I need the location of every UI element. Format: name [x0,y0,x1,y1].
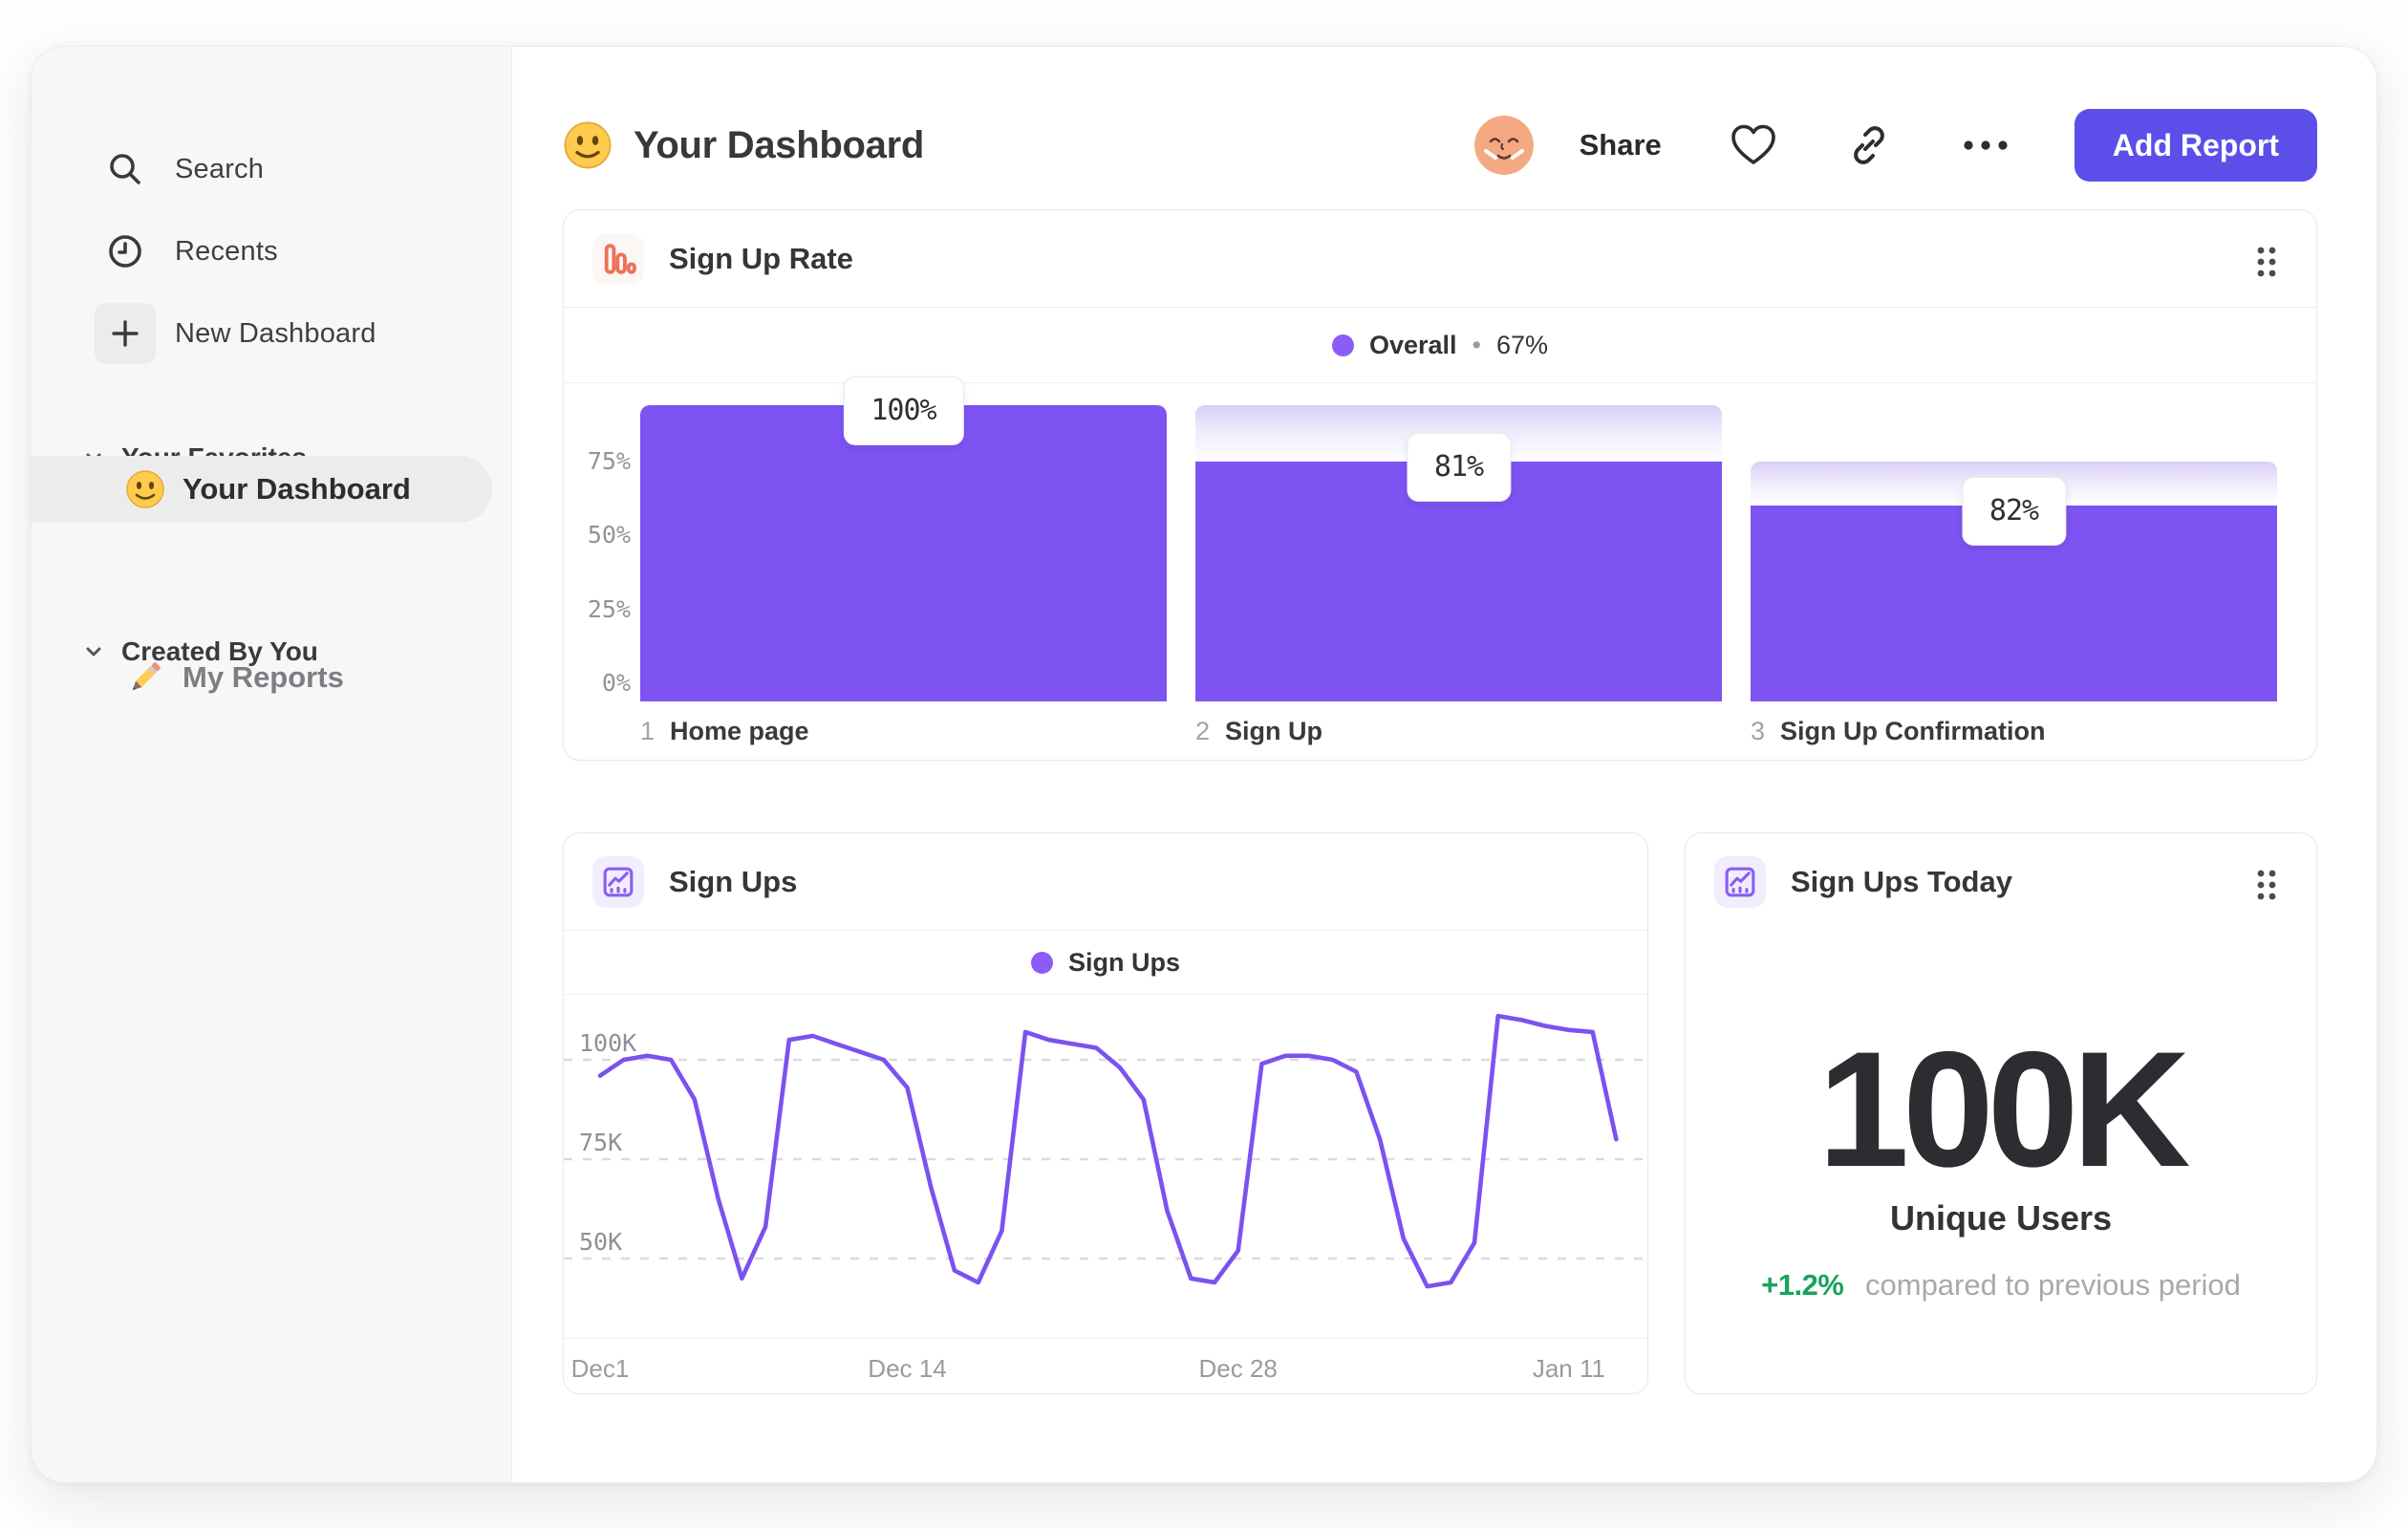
funnel-step-number: 1 [640,717,656,745]
main-content: Your Dashboard Share Add Report Sign Up … [513,47,2376,1482]
funnel-y-tick: 0% [601,669,631,697]
sidebar-item-your-dashboard[interactable]: Your Dashboard [32,456,492,523]
legend-separator: • [1472,331,1481,359]
line-x-axis: Dec1 Dec 14 Dec 28 Jan 11 [564,1338,1647,1393]
funnel-x-label: 3 Sign Up Confirmation [1751,717,2046,746]
sidebar-item-label: Your Dashboard [183,472,411,506]
pencil-emoji [125,657,165,698]
line-series [597,1013,1619,1289]
line-x-tick: Dec 28 [1198,1354,1278,1383]
line-y-tick: 100K [579,1029,637,1057]
card-title: Sign Up Rate [669,242,853,275]
funnel-y-tick: 50% [587,521,631,549]
card-title: Sign Ups Today [1791,865,2012,898]
legend-dot [1331,334,1354,356]
kpi-label: Unique Users [1889,1198,2113,1238]
funnel-bar [640,405,1167,701]
sidebar-item-my-reports[interactable]: My Reports [32,644,511,711]
funnel-value-badge: 82% [1961,477,2067,546]
add-report-button[interactable]: Add Report [2074,109,2317,182]
legend-dot [1030,952,1053,974]
smiley-emoji [563,120,613,170]
card-header: Sign Up Rate [564,210,2316,308]
sidebar: Search Recents New Dashboard Your Favori… [32,47,512,1482]
funnel-step-number: 3 [1751,717,1766,745]
drag-handle-icon[interactable] [2247,241,2286,283]
funnel-step-name: Home page [670,717,809,745]
legend-label: Sign Ups [1067,948,1180,977]
app-window: Search Recents New Dashboard Your Favori… [31,46,2377,1483]
funnel-y-tick: 75% [587,447,631,476]
card-header: Sign Ups [564,833,1647,931]
drag-handle-icon[interactable] [2247,864,2286,906]
sidebar-item-label: New Dashboard [175,317,376,349]
funnel-step-number: 2 [1195,717,1211,745]
kpi-delta-description: compared to previous period [1865,1268,2241,1302]
line-chart-icon [592,856,644,908]
sidebar-item-new-dashboard[interactable]: New Dashboard [32,292,511,375]
funnel-value-badge: 81% [1406,433,1512,502]
sidebar-item-search[interactable]: Search [32,128,511,210]
plus-icon [95,303,156,364]
link-icon[interactable] [1845,121,1893,169]
line-plot: 100K 75K 50K [564,996,1647,1338]
line-y-tick: 50K [579,1228,623,1256]
heart-icon[interactable] [1729,122,1778,168]
sign-ups-card: Sign Ups Sign Ups 100K 75K 50K Dec1 Dec 14 D… [563,832,1648,1394]
line-x-tick: Jan 11 [1532,1354,1605,1383]
more-options-icon[interactable] [1960,136,2011,155]
page-header: Your Dashboard Share Add Report [563,93,2317,198]
funnel-value-badge: 100% [843,377,964,445]
chart-legend[interactable]: Sign Ups [564,932,1647,995]
bar-chart-icon [592,233,644,285]
funnel-y-tick: 25% [587,594,631,623]
search-icon [95,139,156,200]
clock-icon [95,221,156,282]
page-title: Your Dashboard [634,123,924,166]
funnel-x-label: 2 Sign Up [1195,717,1322,746]
sign-up-rate-card: Sign Up Rate Overall • 67% 0% 25% 50% 75% 10… [563,209,2317,761]
smiley-emoji [125,469,165,509]
user-avatar[interactable] [1473,116,1534,175]
kpi-delta-row: +1.2% compared to previous period [1686,1268,2316,1303]
share-button[interactable]: Share [1580,128,1662,162]
card-header: Sign Ups Today [1686,833,2316,931]
line-chart-svg [564,1013,1647,1289]
chart-legend[interactable]: Overall • 67% [564,309,2316,383]
card-title: Sign Ups [669,865,798,898]
sidebar-item-label: Recents [175,235,278,267]
line-y-tick: 75K [579,1129,623,1156]
line-chart-icon [1714,856,1766,908]
legend-value: 67% [1495,331,1549,359]
funnel-step-name: Sign Up Confirmation [1780,717,2046,745]
kpi-value: 100K [1817,1018,2190,1201]
sidebar-item-recents[interactable]: Recents [32,210,511,292]
sign-ups-today-card: Sign Ups Today 100K Unique Users +1.2% c… [1685,832,2317,1394]
sidebar-item-label: My Reports [183,660,344,694]
legend-label: Overall [1368,331,1457,359]
kpi-delta: +1.2% [1761,1268,1844,1302]
sidebar-item-label: Search [175,153,265,184]
line-x-tick: Dec1 [570,1354,630,1383]
funnel-x-label: 1 Home page [640,717,809,746]
line-x-tick: Dec 14 [868,1354,947,1383]
funnel-step-name: Sign Up [1225,717,1323,745]
